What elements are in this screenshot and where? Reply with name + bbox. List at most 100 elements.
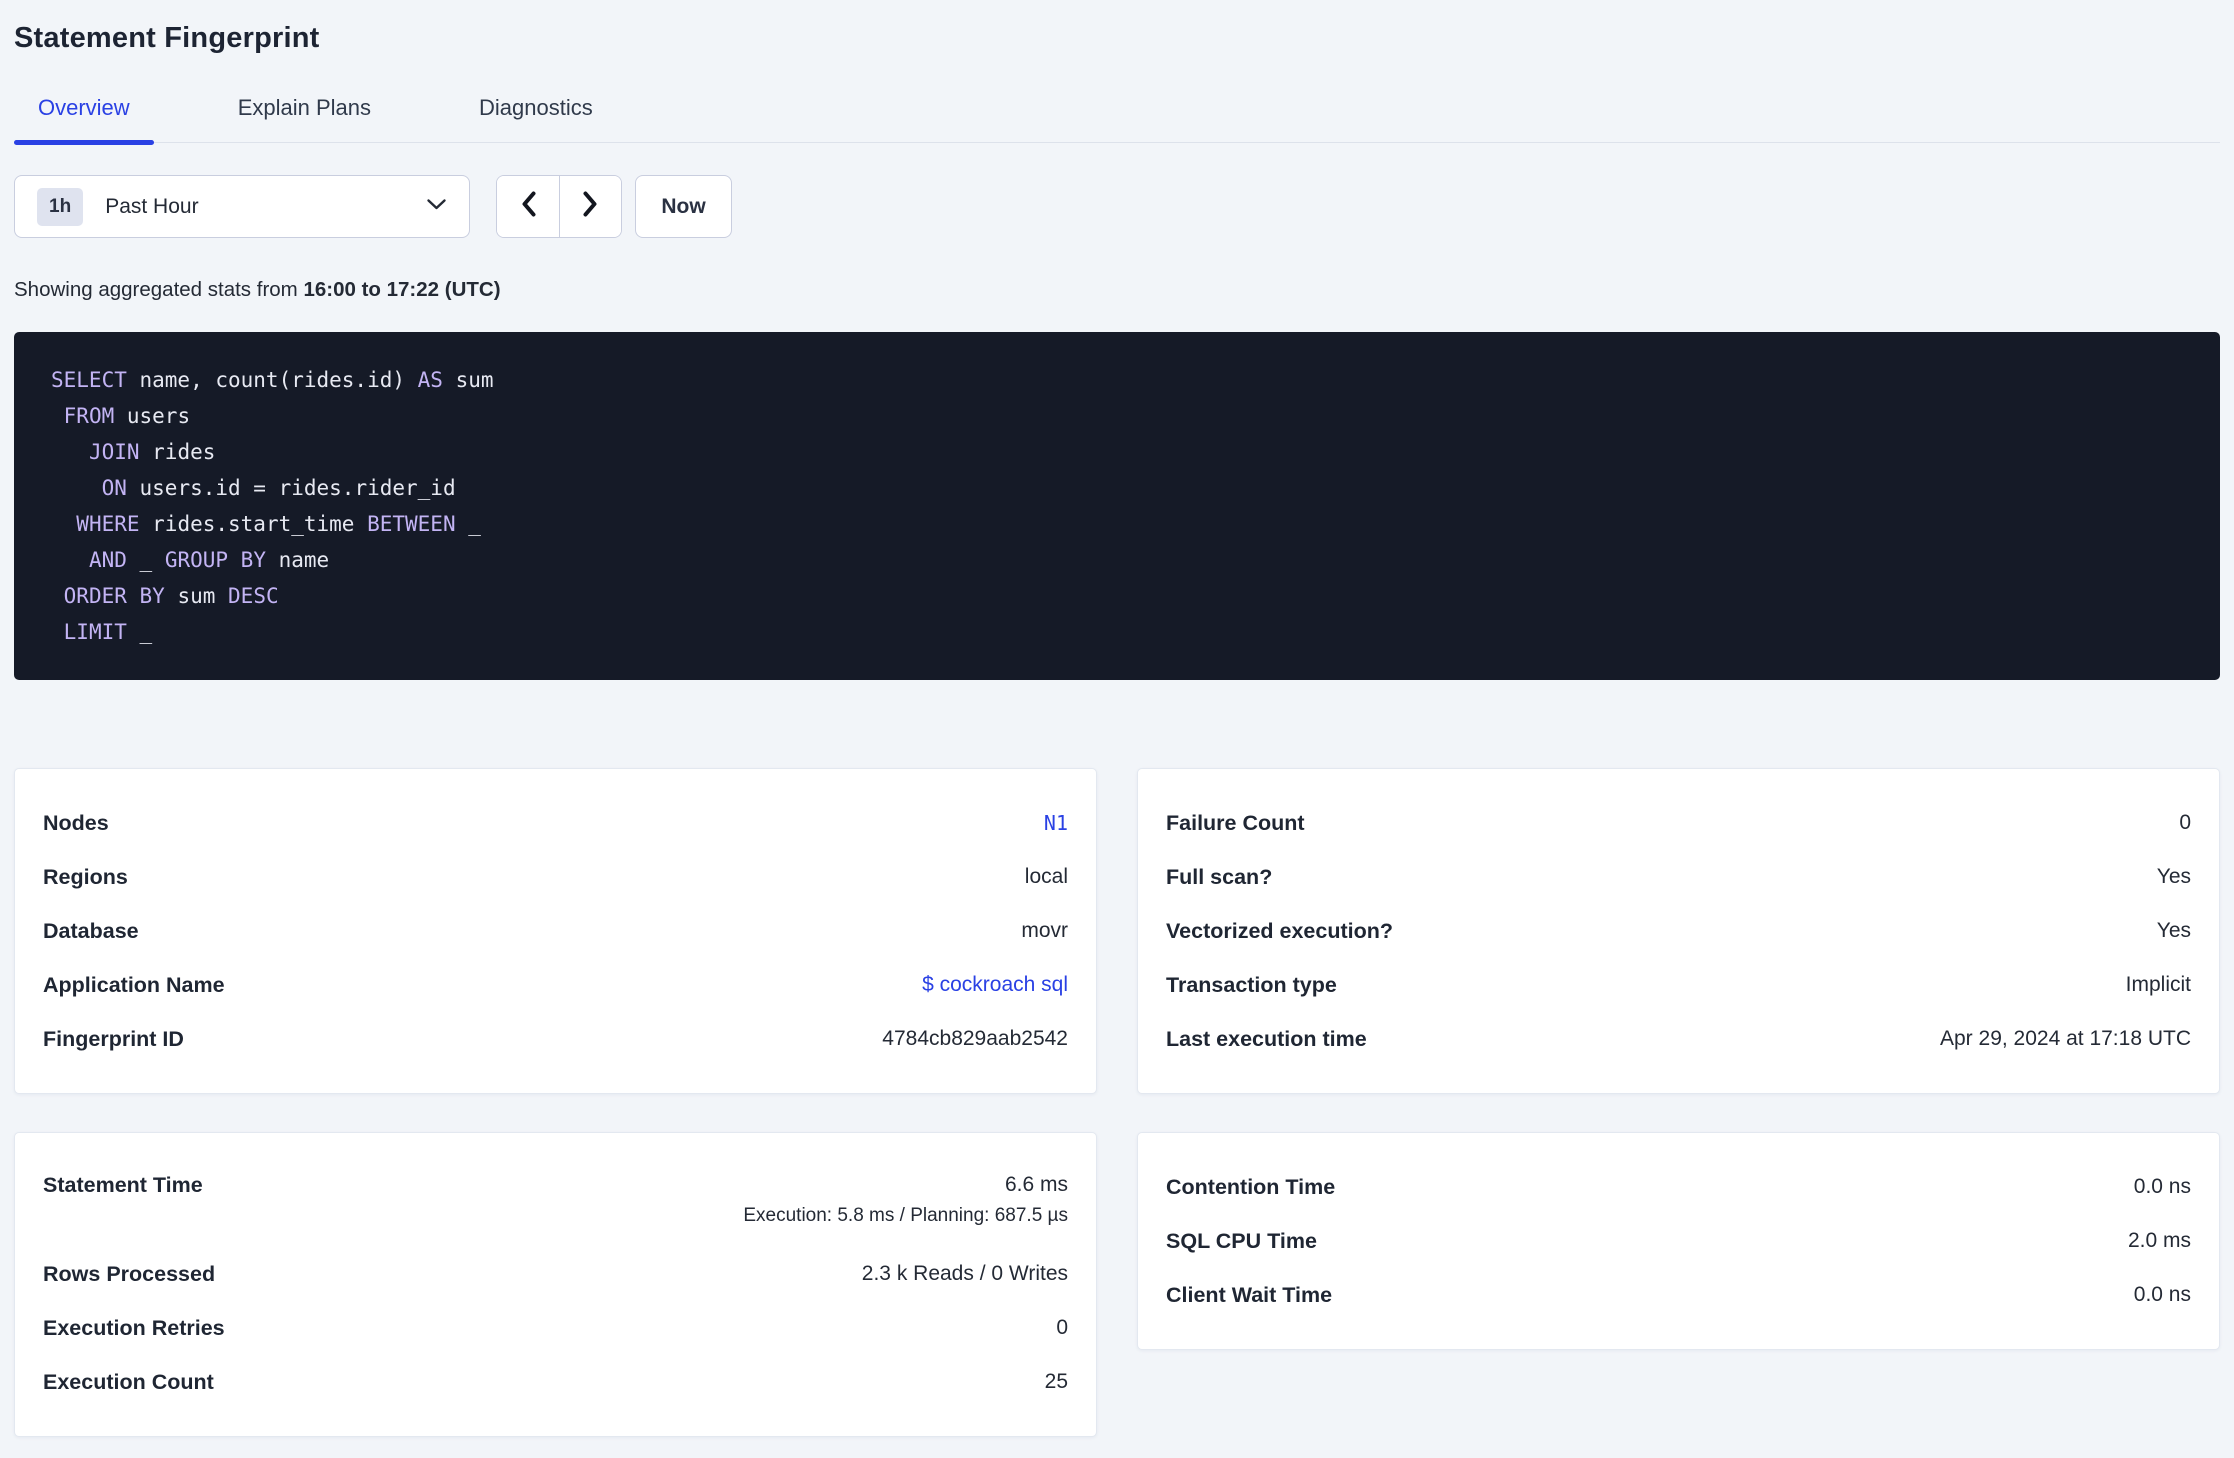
- sql-token: _: [455, 512, 481, 536]
- sql-line: AND _ GROUP BY name: [51, 542, 2183, 578]
- kv-row-vectorized-execution: Vectorized execution? Yes: [1166, 904, 2191, 958]
- full-scan-label: Full scan?: [1166, 864, 1273, 889]
- execution-retries-value: 0: [1056, 1316, 1068, 1339]
- transaction-type-value: Implicit: [2125, 973, 2191, 996]
- vectorized-execution-value: Yes: [2156, 919, 2191, 942]
- client-wait-time-label: Client Wait Time: [1166, 1282, 1333, 1307]
- statement-time-breakdown: Execution: 5.8 ms / Planning: 687.5 µs: [743, 1205, 1068, 1226]
- application-name-link[interactable]: $ cockroach sql: [922, 973, 1068, 997]
- full-scan-value: Yes: [2156, 865, 2191, 888]
- sql-line: JOIN rides: [51, 434, 2183, 470]
- chevron-down-icon: [426, 198, 447, 216]
- statement-time-value: 6.6 ms: [1004, 1173, 1068, 1196]
- transaction-type-label: Transaction type: [1166, 972, 1337, 997]
- sql-token: rides.start_time: [139, 512, 368, 536]
- chevron-right-icon: [582, 190, 599, 223]
- kv-row-execution-count: Execution Count 25: [43, 1355, 1068, 1409]
- kv-row-last-execution-time: Last execution time Apr 29, 2024 at 17:1…: [1166, 1012, 2191, 1066]
- overview-cards-row: Nodes N1 Regions local Database movr App…: [14, 768, 2220, 1094]
- rows-processed-label: Rows Processed: [43, 1261, 216, 1286]
- timing-cards-row: Statement Time 6.6 ms Execution: 5.8 ms …: [14, 1132, 2220, 1437]
- next-range-button[interactable]: [559, 176, 621, 237]
- time-range-arrows: [496, 175, 622, 238]
- sql-token-keyword: WHERE: [76, 512, 140, 536]
- sql-token-keyword: LIMIT: [63, 620, 127, 644]
- kv-row-rows-processed: Rows Processed 2.3 k Reads / 0 Writes: [43, 1247, 1068, 1301]
- vectorized-execution-label: Vectorized execution?: [1166, 918, 1394, 943]
- kv-row-statement-time: Statement Time 6.6 ms Execution: 5.8 ms …: [43, 1160, 1068, 1247]
- sql-statement-box: SELECT name, count(rides.id) AS sum FROM…: [14, 332, 2220, 680]
- page-title: Statement Fingerprint: [14, 22, 320, 54]
- statement-timing-card: Statement Time 6.6 ms Execution: 5.8 ms …: [14, 1132, 1097, 1437]
- previous-range-button[interactable]: [497, 176, 559, 237]
- execution-count-label: Execution Count: [43, 1369, 214, 1394]
- time-range-label: Past Hour: [105, 194, 199, 218]
- tab-diagnostics[interactable]: Diagnostics: [455, 95, 617, 142]
- chevron-left-icon: [520, 190, 537, 223]
- kv-row-transaction-type: Transaction type Implicit: [1166, 958, 2191, 1012]
- kv-row-contention-time: Contention Time 0.0 ns: [1166, 1160, 2191, 1214]
- regions-value: local: [1024, 865, 1068, 888]
- sql-token: sum: [442, 368, 494, 392]
- aggregated-stats-range: 16:00 to 17:22 (UTC): [303, 278, 501, 301]
- kv-row-fingerprint-id: Fingerprint ID 4784cb829aab2542: [43, 1012, 1068, 1066]
- sql-token-keyword: BETWEEN: [367, 512, 456, 536]
- sql-token: sum: [164, 584, 229, 608]
- kv-row-failure-count: Failure Count 0: [1166, 796, 2191, 850]
- sql-token: _: [126, 620, 153, 644]
- sql-token: name: [265, 548, 330, 572]
- sql-token-keyword: DESC: [228, 584, 279, 608]
- contention-time-label: Contention Time: [1166, 1174, 1336, 1199]
- now-button[interactable]: Now: [635, 175, 732, 238]
- kv-row-client-wait-time: Client Wait Time 0.0 ns: [1166, 1268, 2191, 1322]
- rows-processed-value: 2.3 k Reads / 0 Writes: [861, 1262, 1068, 1285]
- wait-timing-card: Contention Time 0.0 ns SQL CPU Time 2.0 …: [1137, 1132, 2220, 1350]
- tab-overview[interactable]: Overview: [14, 95, 154, 145]
- sql-token-keyword: AS: [417, 368, 443, 392]
- tab-explain-plans[interactable]: Explain Plans: [214, 95, 395, 142]
- contention-time-value: 0.0 ns: [2133, 1175, 2191, 1198]
- statement-time-value-block: 6.6 ms Execution: 5.8 ms / Planning: 687…: [743, 1173, 1068, 1227]
- kv-row-regions: Regions local: [43, 850, 1068, 904]
- sql-token-keyword: ON: [101, 476, 127, 500]
- statement-fingerprint-page: Statement Fingerprint Overview Explain P…: [0, 0, 2234, 1437]
- nodes-link[interactable]: N1: [1044, 811, 1068, 835]
- execution-attributes-card: Failure Count 0 Full scan? Yes Vectorize…: [1137, 768, 2220, 1094]
- execution-count-value: 25: [1044, 1370, 1068, 1393]
- sql-line: WHERE rides.start_time BETWEEN _: [51, 506, 2183, 542]
- fingerprint-id-value: 4784cb829aab2542: [882, 1027, 1068, 1050]
- aggregated-stats-prefix: Showing aggregated stats from: [14, 278, 304, 301]
- execution-retries-label: Execution Retries: [43, 1315, 225, 1340]
- application-name-label: Application Name: [43, 972, 225, 997]
- regions-label: Regions: [43, 864, 128, 889]
- kv-row-application-name: Application Name $ cockroach sql: [43, 958, 1068, 1012]
- sql-line: ORDER BY sum DESC: [51, 578, 2183, 614]
- kv-row-nodes: Nodes N1: [43, 796, 1068, 850]
- sql-token-keyword: JOIN: [88, 440, 140, 464]
- sql-cpu-time-label: SQL CPU Time: [1166, 1228, 1317, 1253]
- time-range-badge: 1h: [37, 187, 84, 226]
- kv-row-sql-cpu-time: SQL CPU Time 2.0 ms: [1166, 1214, 2191, 1268]
- sql-line: LIMIT _: [51, 614, 2183, 650]
- kv-row-full-scan: Full scan? Yes: [1166, 850, 2191, 904]
- kv-row-execution-retries: Execution Retries 0: [43, 1301, 1068, 1355]
- last-execution-time-label: Last execution time: [1166, 1026, 1367, 1051]
- last-execution-time-value: Apr 29, 2024 at 17:18 UTC: [1940, 1027, 2191, 1050]
- sql-token-keyword: ORDER BY: [63, 584, 165, 608]
- time-range-dropdown[interactable]: 1h Past Hour: [14, 175, 470, 238]
- kv-row-database: Database movr: [43, 904, 1068, 958]
- client-wait-time-value: 0.0 ns: [2133, 1283, 2191, 1306]
- sql-token-keyword: AND: [88, 548, 127, 572]
- sql-token: rides: [139, 440, 216, 464]
- statement-time-label: Statement Time: [43, 1173, 203, 1197]
- database-label: Database: [43, 918, 139, 943]
- aggregated-stats-caption: Showing aggregated stats from 16:00 to 1…: [14, 278, 2220, 302]
- database-value: movr: [1021, 919, 1068, 942]
- sql-line: FROM users: [51, 398, 2183, 434]
